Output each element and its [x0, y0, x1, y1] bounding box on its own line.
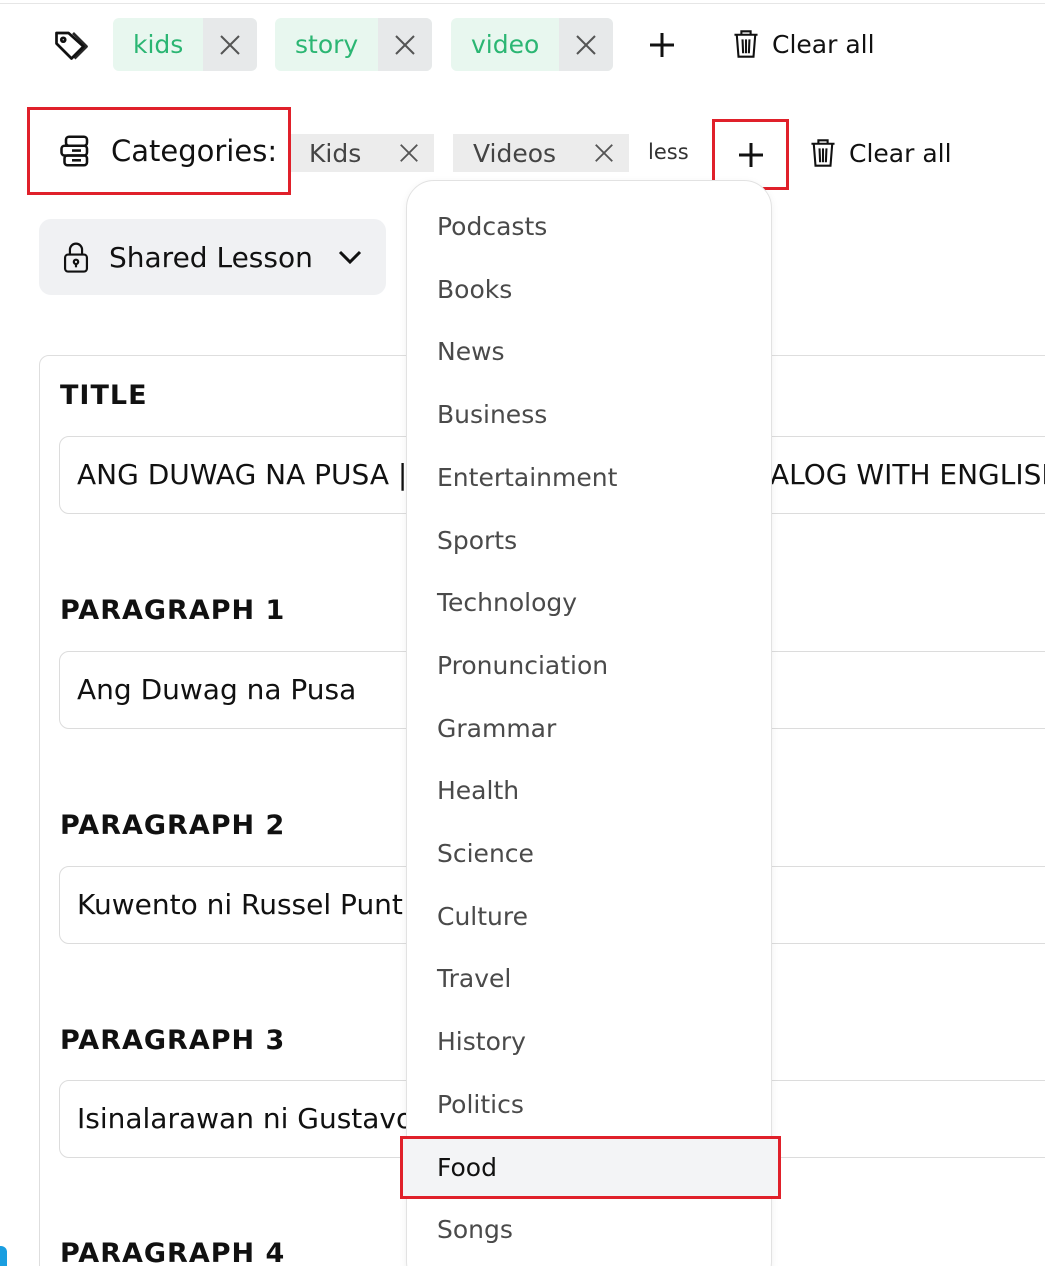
close-icon [395, 34, 415, 55]
category-chip-videos: Videos [453, 134, 629, 172]
edge-widget [0, 1246, 7, 1266]
category-option-business[interactable]: Business [406, 387, 772, 443]
paragraph-2-label: PARAGRAPH 2 [60, 810, 286, 841]
close-icon [595, 144, 613, 162]
tag-chip-label: kids [133, 30, 184, 59]
categories-icon [60, 135, 89, 167]
shared-lesson-label: Shared Lesson [109, 240, 313, 274]
paragraph-4-label: PARAGRAPH 4 [60, 1238, 286, 1266]
category-chip-label: Kids [309, 138, 362, 168]
remove-tag-button[interactable] [378, 18, 433, 71]
category-option-grammar[interactable]: Grammar [406, 701, 772, 757]
plus-icon [650, 33, 674, 57]
tags-row: kids story video Clear all [0, 18, 1045, 71]
tag-chip-label: video [471, 30, 540, 59]
remove-category-button[interactable] [579, 134, 629, 172]
close-icon [220, 34, 241, 55]
trash-icon [734, 30, 758, 58]
category-option-health[interactable]: Health [406, 763, 772, 819]
add-tag-button[interactable] [643, 27, 681, 63]
remove-tag-button[interactable] [203, 18, 258, 71]
category-option-travel[interactable]: Travel [406, 951, 772, 1007]
category-option-food[interactable]: Food [406, 1140, 772, 1196]
tag-chip-label: story [295, 30, 359, 59]
close-icon [576, 34, 597, 55]
category-option-books[interactable]: Books [406, 262, 772, 318]
close-icon [400, 144, 418, 162]
categories-label: Categories: [27, 107, 291, 195]
category-option-songs[interactable]: Songs [406, 1202, 772, 1258]
category-chip-label: Videos [473, 138, 557, 168]
category-option-history[interactable]: History [406, 1014, 772, 1070]
shared-lesson-dropdown[interactable]: Shared Lesson [39, 219, 386, 295]
categories-label-text: Categories: [111, 134, 278, 168]
remove-category-button[interactable] [384, 134, 434, 172]
clear-all-categories-button[interactable]: Clear all [809, 138, 952, 168]
category-option-politics[interactable]: Politics [406, 1077, 772, 1133]
paragraph-3-label: PARAGRAPH 3 [60, 1025, 286, 1056]
category-option-culture[interactable]: Culture [406, 889, 772, 945]
tag-chip-kids: kids [113, 18, 258, 71]
category-option-pronunciation[interactable]: Pronunciation [406, 638, 772, 694]
clear-all-label: Clear all [772, 29, 875, 59]
paragraph-1-label: PARAGRAPH 1 [60, 595, 286, 626]
tag-chip-story: story [275, 18, 433, 71]
lock-icon [63, 242, 89, 273]
category-option-entertainment[interactable]: Entertainment [406, 450, 772, 506]
tag-icon [55, 31, 88, 60]
category-option-news[interactable]: News [406, 324, 772, 380]
title-label: TITLE [60, 380, 148, 411]
category-option-technology[interactable]: Technology [406, 575, 772, 631]
category-option-science[interactable]: Science [406, 826, 772, 882]
show-less-link[interactable]: less [648, 140, 689, 164]
trash-icon [811, 139, 835, 167]
chevron-down-icon [338, 250, 361, 265]
remove-tag-button[interactable] [559, 18, 614, 71]
top-divider [0, 3, 1045, 4]
clear-all-label: Clear all [849, 138, 952, 168]
plus-icon [738, 142, 763, 167]
category-option-podcasts[interactable]: Podcasts [406, 199, 772, 255]
tag-chip-video: video [451, 18, 614, 71]
category-option-sports[interactable]: Sports [406, 513, 772, 569]
title-input-overflow-text: ALOG WITH ENGLISH [770, 458, 1045, 491]
category-chip-kids: Kids [291, 134, 434, 172]
clear-all-tags-button[interactable]: Clear all [732, 29, 875, 59]
